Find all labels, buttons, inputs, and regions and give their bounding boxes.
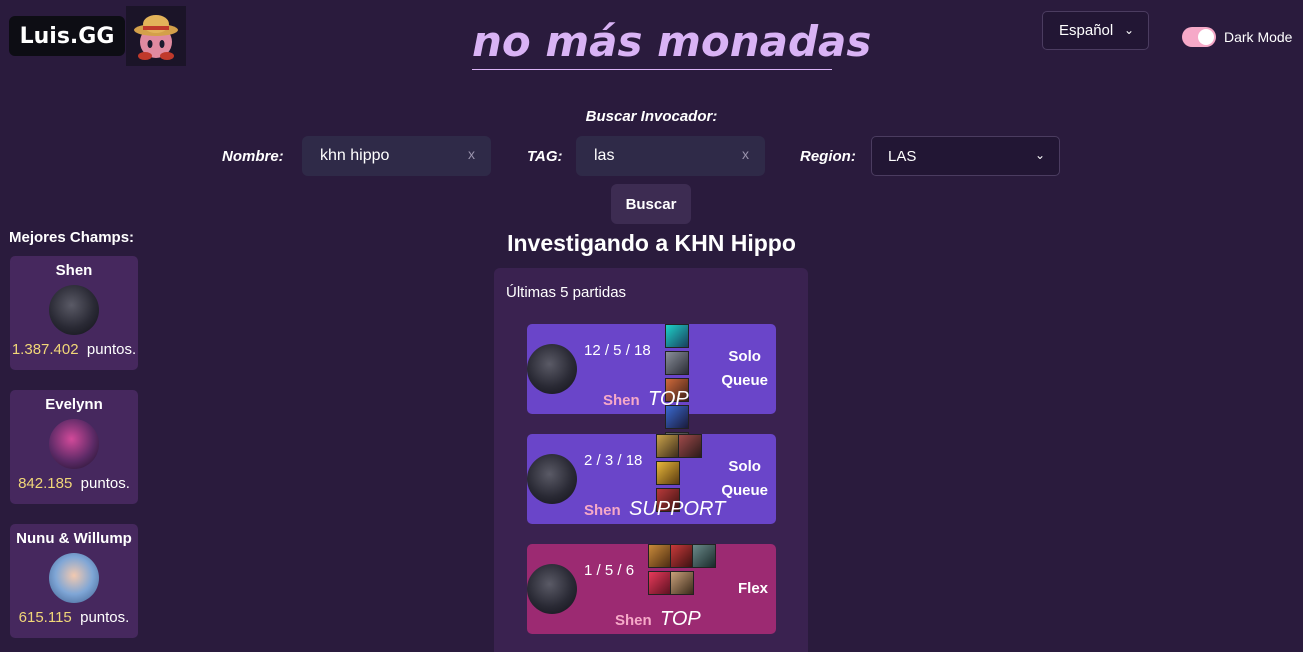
tag-input[interactable]: las x [576, 136, 765, 176]
name-input-value: khn hippo [320, 147, 390, 164]
region-value: LAS [888, 147, 917, 165]
item-icon [656, 461, 680, 485]
queue-type: Solo Queue [721, 348, 768, 389]
match-champion: Shen [603, 392, 640, 409]
match-card[interactable]: 1 / 5 / 6 Flex Shen TOP [527, 544, 776, 634]
match-kda: 2 / 3 / 18 [584, 452, 643, 469]
investigating-title: Investigando a KHN Hippo [507, 230, 796, 256]
nunu-champion-icon [49, 553, 99, 603]
name-label: Nombre: [222, 148, 284, 165]
item-icon [670, 544, 694, 568]
region-select[interactable]: LAS ⌄ [871, 136, 1060, 176]
logo-text: Luis.GG [19, 23, 115, 49]
item-icon [678, 434, 702, 458]
region-label: Region: [800, 148, 856, 165]
champ-card-shen: Shen 1.387.402 puntos. [10, 256, 138, 370]
shen-champion-icon [527, 344, 577, 394]
item-icon [656, 434, 680, 458]
dark-mode-toggle[interactable] [1182, 27, 1216, 47]
match-card[interactable]: 12 / 5 / 18 Solo Queue Shen TOP [527, 324, 776, 483]
search-heading: Buscar Invocador: [585, 108, 718, 125]
name-input[interactable]: khn hippo x [302, 136, 491, 176]
item-icon [692, 544, 716, 568]
champ-name: Evelynn [45, 396, 103, 413]
champ-card-nunu: Nunu & Willump 615.115 puntos. [10, 524, 138, 638]
dark-mode-label: Dark Mode [1224, 29, 1293, 45]
queue-type: Flex [737, 580, 768, 597]
chevron-down-icon: ⌄ [1123, 23, 1134, 37]
champ-points: 842.185 puntos. [18, 475, 130, 492]
tag-label: TAG: [527, 148, 563, 165]
profile-avatar [126, 6, 186, 66]
champ-name: Nunu & Willump [16, 530, 132, 547]
evelynn-champion-icon [49, 419, 99, 469]
match-card[interactable]: 2 / 3 / 18 Solo Queue Shen SUPPORT [527, 434, 776, 524]
tag-input-value: las [594, 147, 615, 164]
match-kda: 12 / 5 / 18 [584, 342, 651, 359]
match-role: TOP [660, 608, 701, 630]
match-champion: Shen [584, 502, 621, 519]
site-logo[interactable]: Luis.GG [9, 16, 125, 56]
item-icon [665, 351, 689, 375]
shen-champion-icon [527, 564, 577, 614]
champ-card-evelynn: Evelynn 842.185 puntos. [10, 390, 138, 504]
match-items [648, 544, 733, 598]
kirby-hat-icon [134, 15, 178, 60]
champ-points: 615.115 puntos. [18, 609, 130, 626]
match-champion: Shen [615, 612, 652, 629]
language-value: Español [1059, 22, 1114, 39]
match-kda: 1 / 5 / 6 [584, 562, 635, 579]
match-role: TOP [648, 388, 689, 410]
language-select[interactable]: Español ⌄ [1042, 11, 1149, 50]
page-title: no más monadas [472, 18, 871, 70]
search-button[interactable]: Buscar [611, 184, 691, 224]
item-icon [648, 571, 672, 595]
champ-points: 1.387.402 puntos. [11, 341, 137, 358]
item-icon [670, 571, 694, 595]
recent-matches-panel: Últimas 5 partidas 12 / 5 / 18 Solo Queue… [494, 268, 808, 652]
shen-champion-icon [527, 454, 577, 504]
match-role: SUPPORT [629, 498, 726, 520]
champ-name: Shen [55, 262, 93, 279]
toggle-knob [1198, 29, 1214, 45]
queue-type: Solo Queue [721, 458, 768, 499]
chevron-down-icon: ⌄ [1034, 148, 1045, 162]
shen-champion-icon [49, 285, 99, 335]
clear-name-icon[interactable]: x [468, 146, 475, 162]
clear-tag-icon[interactable]: x [742, 146, 749, 162]
item-icon [648, 544, 672, 568]
item-icon [665, 324, 689, 348]
matches-panel-title: Últimas 5 partidas [506, 284, 627, 301]
